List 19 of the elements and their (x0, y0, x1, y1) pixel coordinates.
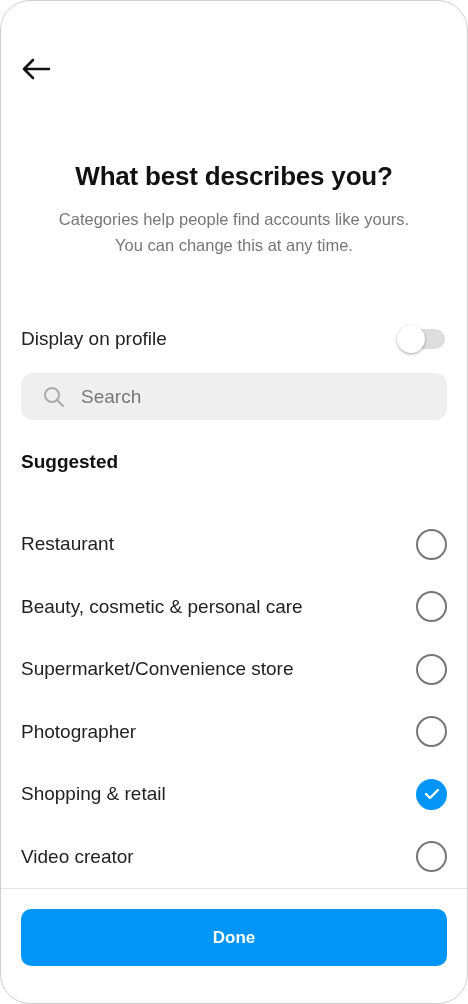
radio-button[interactable] (416, 778, 447, 810)
category-label[interactable]: Beauty, cosmetic & personal care (21, 595, 303, 618)
page-subtitle: Categories help people find accounts like yours. You can change this at any time. (57, 209, 411, 256)
check-icon (423, 788, 440, 801)
search-icon (43, 386, 65, 408)
section-title: Suggested (21, 451, 120, 473)
category-label[interactable]: Shopping & retail (21, 783, 166, 806)
category-label[interactable]: Video creator (21, 845, 134, 868)
page-title: What best describes you? (74, 161, 394, 192)
search-field[interactable]: Search (21, 373, 447, 420)
category-label[interactable]: Supermarket/Convenience store (21, 658, 294, 681)
toggle-label: Display on profile (21, 328, 167, 350)
radio-button[interactable] (416, 591, 447, 623)
radio-button[interactable] (416, 841, 447, 873)
radio-button[interactable] (416, 653, 447, 685)
category-label[interactable]: Restaurant (21, 533, 114, 556)
radio-button[interactable] (416, 528, 447, 560)
radio-button[interactable] (416, 716, 447, 748)
category-label[interactable]: Photographer (21, 720, 137, 743)
